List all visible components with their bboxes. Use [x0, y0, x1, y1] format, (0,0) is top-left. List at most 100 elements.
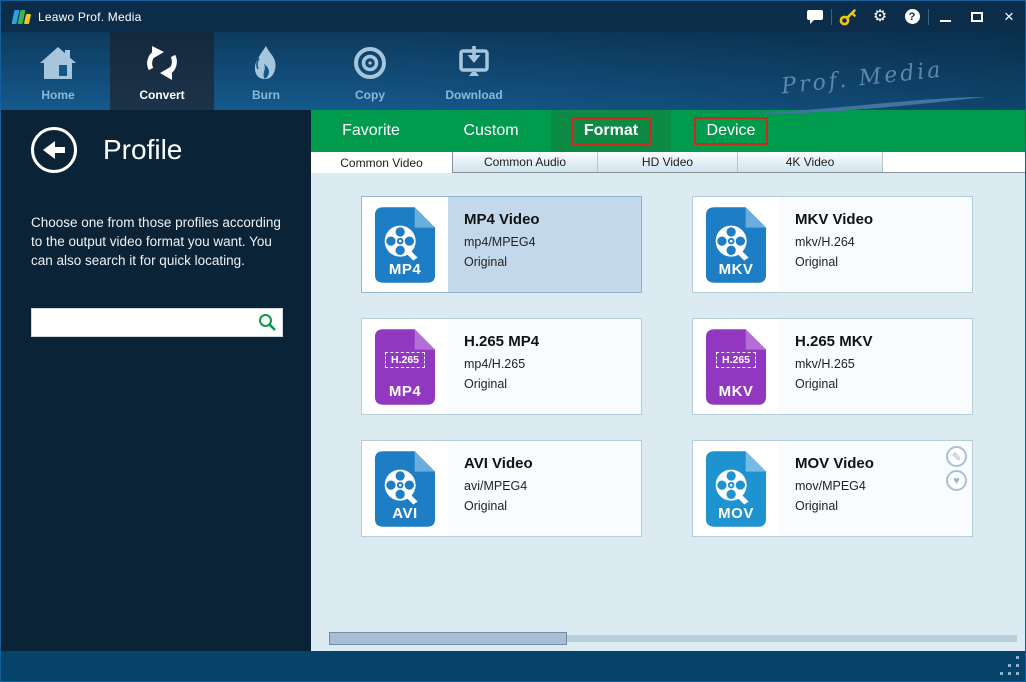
- card-format: mkv/H.264: [795, 235, 873, 249]
- card-title: MKV Video: [795, 211, 873, 228]
- category-tab-bar: Favorite Custom Format Device: [311, 110, 1025, 152]
- card-hover-actions: ✎ ♥: [946, 446, 967, 491]
- card-text: AVI Video avi/MPEG4 Original: [448, 441, 533, 536]
- search-box: [31, 308, 283, 337]
- profile-card-mov[interactable]: MOV MOV Video mov/MPEG4 Original ✎ ♥: [692, 440, 973, 537]
- card-text: MP4 Video mp4/MPEG4 Original: [448, 197, 540, 292]
- favorite-profile-button[interactable]: ♥: [946, 470, 967, 491]
- app-window: Leawo Prof. Media ⚙ ? ×: [0, 0, 1026, 682]
- card-text: H.265 MP4 mp4/H.265 Original: [448, 319, 539, 414]
- format-icon-box: MKV: [693, 197, 779, 292]
- title-bar: Leawo Prof. Media ⚙ ? ×: [1, 1, 1025, 32]
- format-icon-label: AVI: [374, 505, 436, 522]
- profile-card-h265-mkv[interactable]: H.265 MKV H.265 MKV mkv/H.265 Original: [692, 318, 973, 415]
- close-icon: ×: [1004, 8, 1014, 25]
- profile-card-h265-mp4[interactable]: H.265 MP4 H.265 MP4 mp4/H.265 Original: [361, 318, 642, 415]
- profile-content: Favorite Custom Format Device Common Vid…: [311, 110, 1025, 651]
- card-format: mp4/MPEG4: [464, 235, 540, 249]
- format-icon-box: H.265 MP4: [362, 319, 448, 414]
- convert-icon: [142, 44, 182, 82]
- tab-custom[interactable]: Custom: [431, 110, 551, 152]
- nav-item-burn[interactable]: Burn: [214, 32, 318, 110]
- horizontal-scrollbar-thumb[interactable]: [329, 632, 567, 645]
- help-icon: ?: [905, 9, 920, 24]
- close-button[interactable]: ×: [993, 1, 1025, 32]
- main-area: Profile Choose one from those profiles a…: [1, 110, 1025, 651]
- card-quality: Original: [464, 499, 533, 513]
- format-icon-label: MP4: [374, 261, 436, 278]
- annotation-box-device: Device: [694, 117, 769, 145]
- card-text: MKV Video mkv/H.264 Original: [779, 197, 873, 292]
- nav-item-label: Copy: [355, 88, 385, 102]
- format-icon-box: MOV: [693, 441, 779, 536]
- settings-button[interactable]: ⚙: [864, 1, 896, 32]
- card-format: mov/MPEG4: [795, 479, 874, 493]
- format-icon-label: MKV: [705, 383, 767, 400]
- tab-device[interactable]: Device: [671, 110, 791, 152]
- page-title: Profile: [103, 134, 182, 166]
- format-icon-label: MP4: [374, 383, 436, 400]
- nav-item-copy[interactable]: Copy: [318, 32, 422, 110]
- profile-description: Choose one from those profiles according…: [31, 213, 283, 270]
- card-title: H.265 MP4: [464, 333, 539, 350]
- card-quality: Original: [795, 255, 873, 269]
- mov-file-icon: MOV: [705, 450, 767, 528]
- search-icon[interactable]: [258, 313, 277, 337]
- home-icon: [38, 44, 78, 82]
- card-text: MOV Video mov/MPEG4 Original: [779, 441, 874, 536]
- profile-card-mkv[interactable]: MKV MKV Video mkv/H.264 Original: [692, 196, 973, 293]
- tab-format[interactable]: Format: [551, 110, 671, 152]
- profile-sidebar: Profile Choose one from those profiles a…: [1, 110, 311, 651]
- card-quality: Original: [464, 377, 539, 391]
- card-format: avi/MPEG4: [464, 479, 533, 493]
- status-bar: [1, 651, 1025, 681]
- subtab-4k-video[interactable]: 4K Video: [738, 152, 883, 172]
- edit-profile-button[interactable]: ✎: [946, 446, 967, 467]
- arrow-left-icon: [41, 139, 67, 161]
- profile-card-avi[interactable]: AVI AVI Video avi/MPEG4 Original: [361, 440, 642, 537]
- titlebar-controls: ⚙ ? ×: [799, 1, 1025, 32]
- card-title: H.265 MKV: [795, 333, 873, 350]
- nav-item-home[interactable]: Home: [6, 32, 110, 110]
- format-icon-box: H.265 MKV: [693, 319, 779, 414]
- search-input[interactable]: [31, 308, 283, 337]
- subtab-filler: [883, 152, 1025, 172]
- register-key-button[interactable]: [832, 1, 864, 32]
- profile-list-area: MP4 MP4 Video mp4/MPEG4 Original: [311, 173, 1025, 651]
- format-icon-box: AVI: [362, 441, 448, 536]
- profile-grid: MP4 MP4 Video mp4/MPEG4 Original: [361, 196, 1025, 537]
- h265-badge: H.265: [716, 352, 756, 368]
- nav-item-label: Home: [41, 88, 74, 102]
- resize-grip-icon[interactable]: [1016, 672, 1019, 675]
- mp4-file-icon: MP4: [374, 206, 436, 284]
- window-title: Leawo Prof. Media: [38, 10, 141, 24]
- format-icon-box: MP4: [362, 197, 448, 292]
- h265-badge: H.265: [385, 352, 425, 368]
- back-button[interactable]: [31, 127, 77, 173]
- card-title: MOV Video: [795, 455, 874, 472]
- tab-favorite[interactable]: Favorite: [311, 110, 431, 152]
- nav-item-convert[interactable]: Convert: [110, 32, 214, 110]
- minimize-button[interactable]: [929, 1, 961, 32]
- gear-icon: ⚙: [873, 9, 887, 25]
- heart-icon: ♥: [953, 475, 960, 487]
- card-quality: Original: [464, 255, 540, 269]
- feedback-chat-button[interactable]: [799, 1, 831, 32]
- nav-item-label: Convert: [139, 88, 184, 102]
- key-icon: [839, 8, 857, 26]
- pencil-icon: ✎: [951, 450, 961, 464]
- subtab-hd-video[interactable]: HD Video: [598, 152, 738, 172]
- subtab-common-audio[interactable]: Common Audio: [453, 152, 598, 172]
- subtab-common-video[interactable]: Common Video: [311, 152, 453, 173]
- maximize-button[interactable]: [961, 1, 993, 32]
- help-button[interactable]: ?: [896, 1, 928, 32]
- main-nav-bar: Home Convert Burn: [1, 32, 1025, 110]
- chat-bubble-icon: [807, 10, 823, 24]
- format-subtab-bar: Common Video Common Audio HD Video 4K Vi…: [311, 152, 1025, 173]
- h265-mp4-file-icon: H.265 MP4: [374, 328, 436, 406]
- nav-item-download[interactable]: Download: [422, 32, 526, 110]
- format-icon-label: MOV: [705, 505, 767, 522]
- card-format: mp4/H.265: [464, 357, 539, 371]
- annotation-box-format: Format: [571, 117, 651, 145]
- profile-card-mp4[interactable]: MP4 MP4 Video mp4/MPEG4 Original: [361, 196, 642, 293]
